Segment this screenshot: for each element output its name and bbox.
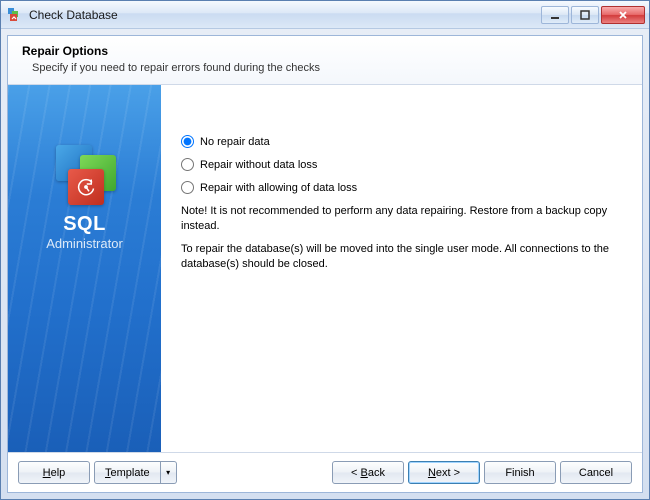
- page-subtitle: Specify if you need to repair errors fou…: [22, 62, 628, 74]
- radio-no-data-loss[interactable]: [181, 158, 194, 171]
- template-split-button[interactable]: Template ▾: [94, 461, 177, 484]
- content-panel: Repair Options Specify if you need to re…: [7, 35, 643, 493]
- wizard-header: Repair Options Specify if you need to re…: [8, 36, 642, 85]
- product-subtitle: Administrator: [8, 236, 161, 251]
- close-button[interactable]: [601, 6, 645, 24]
- window-title: Check Database: [29, 8, 541, 22]
- cancel-label: Cancel: [579, 467, 613, 479]
- help-button[interactable]: Help: [18, 461, 90, 484]
- back-button[interactable]: < Back: [332, 461, 404, 484]
- option-no-repair[interactable]: No repair data: [181, 135, 622, 148]
- option-label: Repair with allowing of data loss: [200, 182, 357, 194]
- option-allow-data-loss[interactable]: Repair with allowing of data loss: [181, 181, 622, 194]
- radio-allow-data-loss[interactable]: [181, 181, 194, 194]
- next-button[interactable]: Next >: [408, 461, 480, 484]
- options-panel: No repair data Repair without data loss …: [161, 85, 642, 452]
- option-label: Repair without data loss: [200, 159, 317, 171]
- product-name: SQL: [8, 213, 161, 236]
- product-logo: SQL Administrator: [8, 85, 161, 251]
- warning-note-2: To repair the database(s) will be moved …: [181, 242, 622, 272]
- page-title: Repair Options: [22, 44, 628, 58]
- template-dropdown-toggle[interactable]: ▾: [161, 461, 177, 484]
- sidebar-banner: SQL Administrator: [8, 85, 161, 452]
- titlebar[interactable]: Check Database: [1, 1, 649, 29]
- option-no-data-loss[interactable]: Repair without data loss: [181, 158, 622, 171]
- window-frame: Check Database Repair Options Specify if…: [0, 0, 650, 500]
- maximize-button[interactable]: [571, 6, 599, 24]
- finish-label: Finish: [505, 467, 534, 479]
- warning-note-1: Note! It is not recommended to perform a…: [181, 204, 622, 234]
- option-label: No repair data: [200, 136, 270, 148]
- chevron-down-icon: ▾: [166, 468, 170, 477]
- window-controls: [541, 6, 645, 24]
- template-button[interactable]: Template: [94, 461, 161, 484]
- wizard-body: SQL Administrator No repair data Repair …: [8, 85, 642, 452]
- logo-cubes-icon: [50, 145, 120, 205]
- cancel-button[interactable]: Cancel: [560, 461, 632, 484]
- app-icon: [7, 7, 23, 23]
- minimize-button[interactable]: [541, 6, 569, 24]
- radio-no-repair[interactable]: [181, 135, 194, 148]
- wizard-footer: Help Template ▾ < Back Next > Finish: [8, 452, 642, 492]
- finish-button[interactable]: Finish: [484, 461, 556, 484]
